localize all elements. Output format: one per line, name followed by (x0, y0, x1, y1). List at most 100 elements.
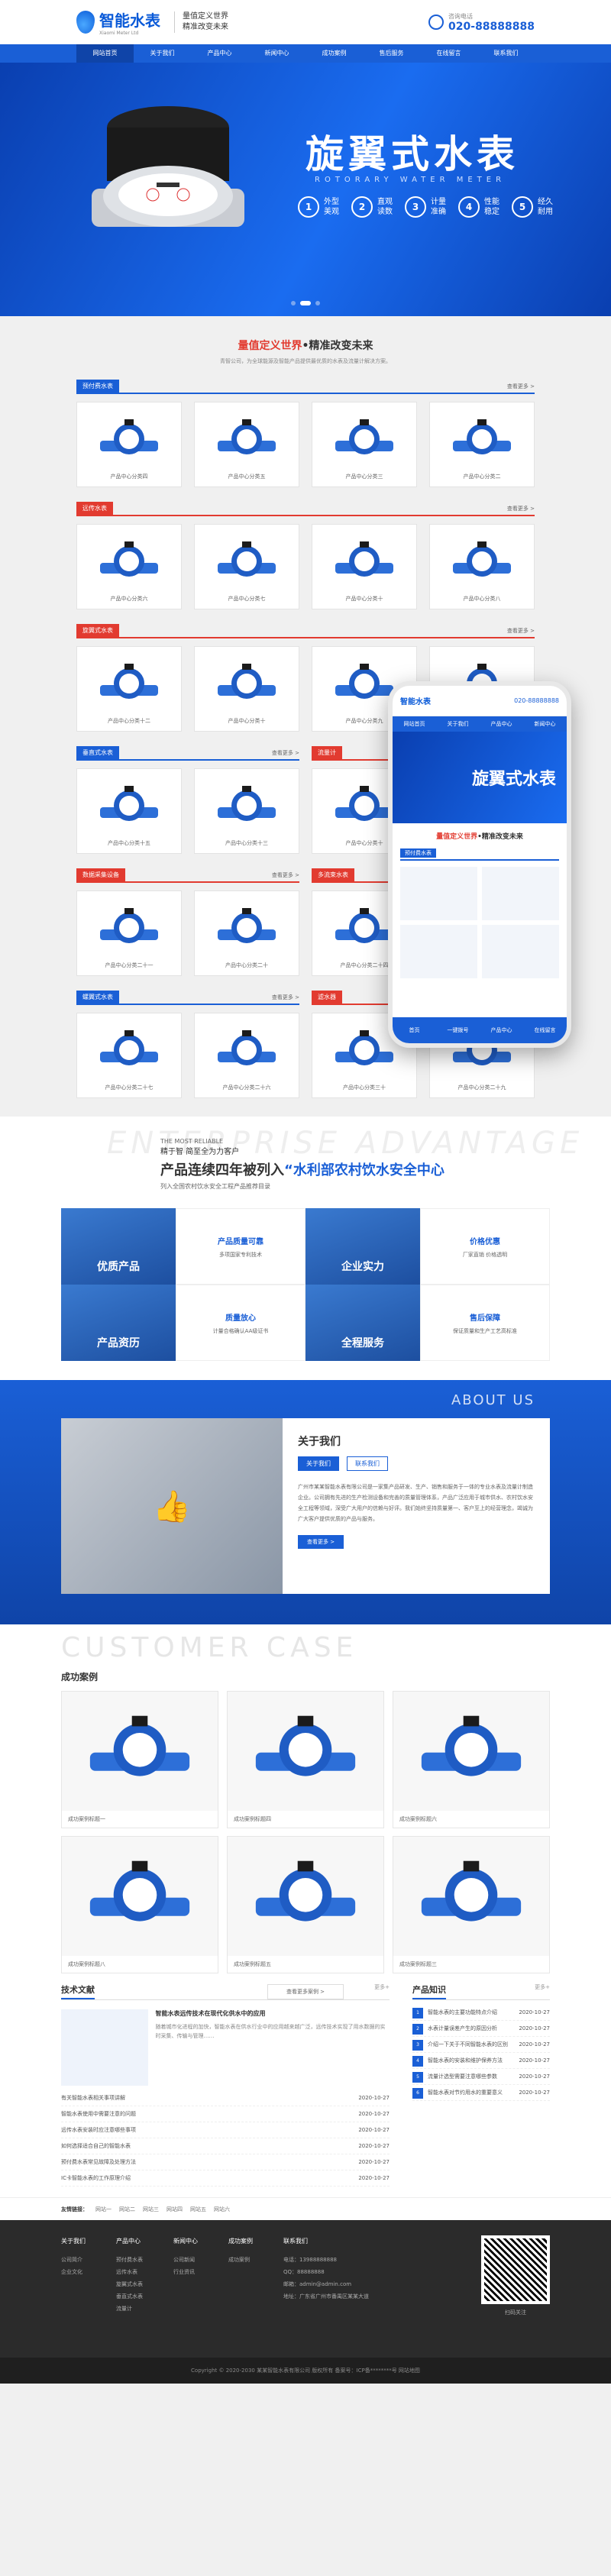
news-title[interactable]: 预付费水表常见故障及处理方法 (61, 2154, 136, 2170)
contact-tab-button[interactable]: 联系我们 (347, 1456, 388, 1471)
product-image[interactable] (99, 413, 160, 467)
product-card[interactable]: 产品中心分类二十六 (194, 1013, 299, 1098)
product-image[interactable] (216, 658, 277, 711)
category-tab[interactable]: 旋翼式水表 (76, 624, 119, 638)
product-image[interactable] (216, 1024, 277, 1078)
nav-item[interactable]: 成功案例 (306, 44, 363, 63)
case-image[interactable] (62, 1837, 218, 1956)
footer-link[interactable]: 旋翼式水表 (116, 2278, 143, 2290)
news-title-text[interactable]: 如何选择适合自己的智能水表 (61, 2143, 131, 2149)
product-card[interactable]: 产品中心分类十二 (76, 646, 182, 732)
product-caption[interactable]: 产品中心分类十五 (108, 839, 150, 847)
case-caption[interactable]: 成功案例标题四 (228, 1811, 277, 1828)
news-title[interactable]: 有关智能水表相关事项讲解 (61, 2090, 125, 2106)
nav-item[interactable]: 联系我们 (477, 44, 535, 63)
case-card[interactable]: 成功案例标题六 (393, 1691, 550, 1828)
product-image[interactable] (216, 413, 277, 467)
category-tab[interactable]: 数据采集设备 (76, 868, 125, 882)
product-image[interactable] (216, 535, 277, 589)
case-image[interactable] (228, 1837, 383, 1956)
product-card[interactable]: 产品中心分类六 (76, 524, 182, 609)
case-caption[interactable]: 成功案例标题三 (393, 1956, 443, 1973)
product-image[interactable] (334, 413, 395, 467)
news-title[interactable]: 5 流量计选型需要注意哪些参数 (412, 2069, 497, 2084)
product-card[interactable]: 产品中心分类八 (429, 524, 535, 609)
product-card[interactable]: 产品中心分类二十 (194, 890, 299, 976)
case-caption[interactable]: 成功案例标题六 (393, 1811, 443, 1828)
news-title[interactable]: 4 智能水表的安装和维护保养方法 (412, 2053, 503, 2068)
phone-nav-item[interactable]: 网站首页 (393, 716, 436, 732)
news-item[interactable]: 远传水表安装时应注意哪些事项 2020-10-27 (61, 2122, 390, 2138)
product-image[interactable] (216, 902, 277, 955)
phone-nav-item[interactable]: 关于我们 (436, 716, 480, 732)
product-image[interactable] (334, 1024, 395, 1078)
news-title-text[interactable]: 智能水表对节约用水的重要意义 (428, 2090, 503, 2096)
product-caption[interactable]: 产品中心分类二 (464, 473, 501, 480)
carousel-dot[interactable] (315, 301, 320, 305)
phone-tab-item[interactable]: 在线留言 (523, 1017, 567, 1043)
footer-link[interactable]: QQ：88888888 (283, 2266, 369, 2278)
product-caption[interactable]: 产品中心分类二十九 (458, 1084, 506, 1091)
product-caption[interactable]: 产品中心分类五 (228, 473, 266, 480)
product-caption[interactable]: 产品中心分类二十 (225, 962, 268, 969)
news-item[interactable]: 2 水表计量误差产生的原因分析 2020-10-27 (412, 2021, 550, 2037)
about-tab-button[interactable]: 关于我们 (298, 1456, 339, 1471)
more-link[interactable]: 查看更多 > (272, 994, 299, 1001)
product-card[interactable]: 产品中心分类五 (194, 402, 299, 487)
news-item[interactable]: 智能水表使用中需要注意的问题 2020-10-27 (61, 2106, 390, 2122)
more-link[interactable]: 查看更多 > (507, 627, 535, 635)
news-title[interactable]: 6 智能水表对节约用水的重要意义 (412, 2085, 503, 2100)
product-caption[interactable]: 产品中心分类二十四 (341, 962, 389, 969)
news-item[interactable]: 5 流量计选型需要注意哪些参数 2020-10-27 (412, 2069, 550, 2085)
case-card[interactable]: 成功案例标题四 (227, 1691, 384, 1828)
news-title-text[interactable]: 远传水表安装时应注意哪些事项 (61, 2127, 136, 2133)
friend-link[interactable]: 网站一 (95, 2206, 112, 2213)
news-title-text[interactable]: 智能水表的安装和维护保养方法 (428, 2057, 503, 2064)
product-image[interactable] (216, 780, 277, 833)
product-caption[interactable]: 产品中心分类四 (111, 473, 148, 480)
cases-more-button[interactable]: 查看更多案例 > (267, 1984, 344, 1999)
product-image[interactable] (334, 780, 395, 833)
product-image[interactable] (451, 413, 512, 467)
category-tab[interactable]: 多流束水表 (312, 868, 354, 882)
product-image[interactable] (99, 1024, 160, 1078)
phone-tab-item[interactable]: 产品中心 (480, 1017, 523, 1043)
news-title-text[interactable]: 水表计量误差产生的原因分析 (428, 2025, 497, 2031)
nav-item[interactable]: 在线留言 (420, 44, 477, 63)
product-caption[interactable]: 产品中心分类七 (228, 595, 266, 603)
friend-link[interactable]: 网站四 (166, 2206, 183, 2213)
phone-product[interactable] (482, 925, 559, 978)
case-card[interactable]: 成功案例标题一 (61, 1691, 218, 1828)
product-card[interactable]: 产品中心分类十 (312, 524, 417, 609)
product-caption[interactable]: 产品中心分类十三 (225, 839, 268, 847)
category-tab[interactable]: 流量计 (312, 746, 342, 760)
about-more-button[interactable]: 查看更多 > (298, 1535, 344, 1549)
nav-item[interactable]: 新闻中心 (248, 44, 306, 63)
category-tab[interactable]: 滤水器 (312, 991, 342, 1004)
product-caption[interactable]: 产品中心分类十 (346, 839, 383, 847)
news-title[interactable]: 远传水表安装时应注意哪些事项 (61, 2122, 136, 2138)
product-caption[interactable]: 产品中心分类十二 (108, 717, 150, 725)
product-image[interactable] (334, 902, 395, 955)
knowledge-more-link[interactable]: 更多+ (535, 1983, 550, 1999)
product-caption[interactable]: 产品中心分类二十六 (223, 1084, 271, 1091)
phone-product[interactable] (482, 867, 559, 920)
category-tab[interactable]: 预付费水表 (76, 380, 119, 393)
phone-nav-item[interactable]: 新闻中心 (523, 716, 567, 732)
news-item[interactable]: 4 智能水表的安装和维护保养方法 2020-10-27 (412, 2053, 550, 2069)
news-item[interactable]: 3 介绍一下关于不同智能水表的区别 2020-10-27 (412, 2037, 550, 2053)
news-title-text[interactable]: 有关智能水表相关事项讲解 (61, 2095, 125, 2101)
product-caption[interactable]: 产品中心分类二十七 (105, 1084, 154, 1091)
product-image[interactable] (99, 902, 160, 955)
category-tab[interactable]: 垂直式水表 (76, 746, 119, 760)
news-title[interactable]: 3 介绍一下关于不同智能水表的区别 (412, 2037, 508, 2052)
footer-link[interactable]: 远传水表 (116, 2266, 143, 2278)
case-caption[interactable]: 成功案例标题一 (62, 1811, 112, 1828)
news-title[interactable]: IC卡智能水表的工作原理介绍 (61, 2170, 131, 2186)
footer-link[interactable]: 电话：13988888888 (283, 2254, 369, 2266)
product-card[interactable]: 产品中心分类三 (312, 402, 417, 487)
news-item[interactable]: 1 智能水表的主要功能特点介绍 2020-10-27 (412, 2005, 550, 2021)
friend-link[interactable]: 网站六 (214, 2206, 230, 2213)
footer-link[interactable]: 公司新闻 (173, 2254, 198, 2266)
news-title-text[interactable]: 智能水表使用中需要注意的问题 (61, 2111, 136, 2117)
